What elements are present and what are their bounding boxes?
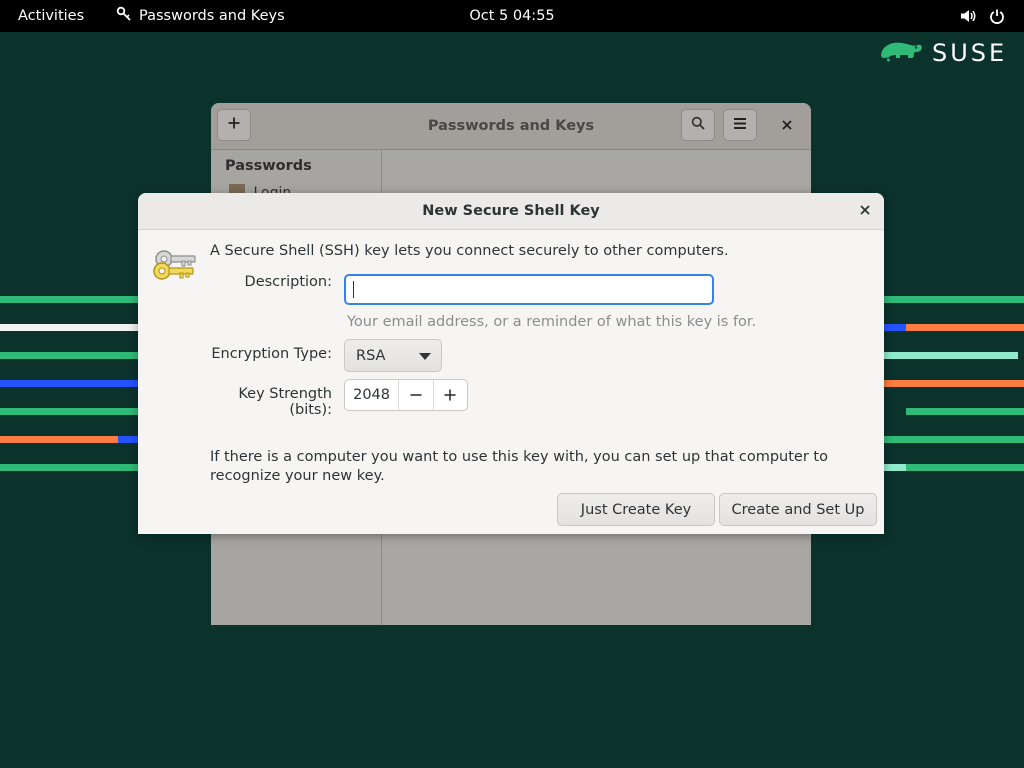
background-stripe bbox=[906, 464, 1024, 471]
background-stripe bbox=[884, 464, 906, 471]
new-ssh-key-dialog: New Secure Shell Key A Secure Shell (SSH… bbox=[138, 193, 884, 534]
close-icon bbox=[782, 118, 792, 134]
background-stripe bbox=[906, 408, 1024, 415]
description-label: Description: bbox=[244, 274, 332, 290]
dialog-close-button[interactable] bbox=[854, 201, 876, 221]
background-stripe bbox=[884, 324, 906, 331]
encryption-type-value: RSA bbox=[356, 347, 386, 364]
activities-button[interactable]: Activities bbox=[18, 0, 84, 32]
background-stripe bbox=[118, 436, 138, 443]
background-stripe bbox=[0, 436, 118, 443]
dialog-header-bar: New Secure Shell Key bbox=[138, 193, 884, 230]
background-stripe bbox=[0, 352, 138, 359]
background-stripe bbox=[906, 324, 1024, 331]
background-stripe bbox=[884, 380, 1024, 387]
minus-icon bbox=[410, 385, 422, 406]
description-hint: Your email address, or a reminder of wha… bbox=[347, 314, 757, 330]
suse-logo-text: SUSE bbox=[932, 39, 1008, 67]
key-strength-value[interactable]: 2048 bbox=[345, 380, 400, 410]
background-stripe bbox=[884, 436, 1024, 443]
volume-icon[interactable] bbox=[960, 0, 978, 32]
add-button[interactable] bbox=[217, 109, 251, 141]
power-icon[interactable] bbox=[989, 0, 1005, 32]
top-bar: Activities Passwords and Keys Oct 5 04:5… bbox=[0, 0, 1024, 32]
background-stripe bbox=[0, 464, 138, 471]
suse-logo: SUSE bbox=[878, 38, 1007, 68]
background-stripe bbox=[884, 296, 1024, 303]
create-and-set-up-label: Create and Set Up bbox=[731, 501, 865, 518]
clock-label[interactable]: Oct 5 04:55 bbox=[469, 8, 554, 24]
encryption-type-dropdown[interactable]: RSA bbox=[344, 339, 442, 372]
search-icon bbox=[691, 116, 705, 134]
plus-icon bbox=[228, 117, 240, 133]
background-stripe bbox=[0, 380, 138, 387]
dialog-title: New Secure Shell Key bbox=[422, 203, 600, 219]
search-button[interactable] bbox=[681, 109, 715, 141]
key-strength-spinbutton: 2048 bbox=[344, 379, 468, 411]
keys-app-icon bbox=[116, 6, 132, 26]
setup-explanation-text: If there is a computer you want to use t… bbox=[210, 449, 828, 484]
close-icon bbox=[860, 203, 870, 219]
sidebar-heading: Passwords bbox=[225, 158, 312, 174]
background-stripe bbox=[884, 352, 1018, 359]
plus-icon bbox=[444, 385, 456, 406]
just-create-key-label: Just Create Key bbox=[580, 501, 692, 518]
main-menu-button[interactable] bbox=[723, 109, 757, 141]
app-menu[interactable]: Passwords and Keys bbox=[116, 0, 285, 32]
window-close-button[interactable] bbox=[777, 117, 797, 135]
keys-icon bbox=[152, 245, 198, 289]
dialog-intro-text: A Secure Shell (SSH) key lets you connec… bbox=[210, 243, 729, 259]
window-title: Passwords and Keys bbox=[427, 118, 595, 134]
decrement-button[interactable] bbox=[399, 380, 434, 410]
activities-label: Activities bbox=[18, 8, 85, 24]
app-menu-label: Passwords and Keys bbox=[139, 8, 285, 24]
description-input[interactable] bbox=[344, 274, 714, 305]
key-strength-label: Key Strength (bits): bbox=[238, 386, 332, 418]
background-stripe bbox=[0, 296, 138, 303]
text-caret bbox=[353, 281, 354, 298]
background-stripe bbox=[0, 324, 138, 331]
chameleon-icon bbox=[878, 38, 924, 68]
hamburger-icon bbox=[734, 117, 746, 133]
increment-button[interactable] bbox=[434, 380, 467, 410]
create-and-set-up-button[interactable]: Create and Set Up bbox=[719, 493, 877, 526]
encryption-type-label: Encryption Type: bbox=[211, 346, 332, 362]
background-stripe bbox=[0, 408, 138, 415]
window-header-bar: Passwords and Keys bbox=[211, 103, 811, 150]
dropdown-arrow-icon bbox=[419, 353, 431, 360]
just-create-key-button[interactable]: Just Create Key bbox=[557, 493, 715, 526]
